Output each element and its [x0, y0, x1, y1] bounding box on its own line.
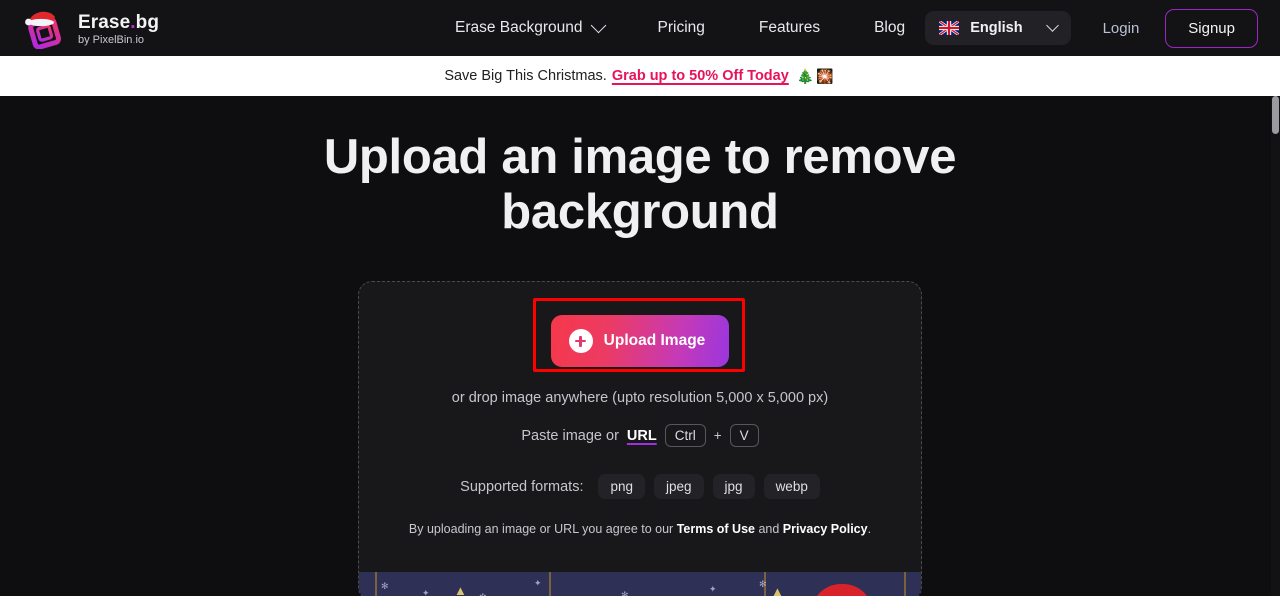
nav-item-erase-background[interactable]: Erase Background	[455, 13, 606, 43]
format-chip-jpeg[interactable]: jpeg	[654, 474, 704, 499]
chevron-down-icon[interactable]	[590, 17, 606, 33]
language-label: English	[970, 20, 1023, 36]
plus-circle-icon	[568, 329, 593, 353]
language-selector[interactable]: English	[925, 11, 1071, 45]
terms-prefix: By uploading an image or URL you agree t…	[408, 522, 674, 536]
terms-of-use-link[interactable]: Terms of Use	[677, 522, 755, 536]
page-scrollbar-track[interactable]	[1271, 96, 1280, 596]
upload-button-label: Upload Image	[603, 332, 706, 349]
image-dropzone[interactable]: Upload Image or drop image anywhere (upt…	[358, 281, 922, 596]
key-ctrl: Ctrl	[664, 424, 706, 447]
main-content: Upload an image to remove background Upl…	[0, 96, 1280, 596]
terms-period: .	[867, 522, 872, 536]
supported-formats-label: Supported formats:	[460, 478, 584, 495]
nav-label: Blog	[874, 19, 906, 36]
header-actions: English Login Signup	[925, 8, 1258, 48]
nav-label: Features	[758, 19, 821, 36]
nav-label: Erase Background	[455, 19, 583, 36]
upload-button-wrapper: Upload Image	[533, 298, 745, 372]
nav-item-pricing[interactable]: Pricing	[658, 13, 705, 43]
terms-conjunction: and	[758, 522, 780, 536]
supported-formats-row: Supported formats: png jpeg jpg webp	[460, 474, 820, 499]
chevron-down-icon[interactable]	[1045, 18, 1059, 32]
page-scrollbar-thumb[interactable]	[1272, 96, 1279, 134]
nav-label: Pricing	[657, 19, 705, 36]
erase-bg-santa-logo-icon	[22, 7, 68, 50]
nav-item-features[interactable]: Features	[759, 13, 820, 43]
login-link[interactable]: Login	[1093, 12, 1150, 45]
drop-hint-text: or drop image anywhere (upto resolution …	[451, 390, 829, 406]
main-navigation: Erase Background Pricing Features Blog	[455, 13, 905, 43]
key-v: V	[729, 424, 759, 447]
site-header: Erase.bg by PixelBin.io Erase Background…	[0, 0, 1280, 56]
paste-url-link[interactable]: URL	[627, 428, 657, 444]
page-title: Upload an image to remove background	[323, 130, 957, 239]
brand-logo-link[interactable]: Erase.bg by PixelBin.io	[22, 7, 160, 50]
format-chip-webp[interactable]: webp	[763, 474, 820, 499]
christmas-sample-image-strip[interactable]: ✻ ✦ ✻ ✦ ✻ ✦ ✻ ✦ ▲ ▲	[359, 572, 921, 596]
privacy-policy-link[interactable]: Privacy Policy	[783, 522, 868, 536]
promo-banner[interactable]: Save Big This Christmas. Grab up to 50% …	[0, 56, 1280, 96]
format-chip-png[interactable]: png	[598, 474, 646, 499]
brand-name: Erase.bg	[78, 11, 160, 33]
signup-button[interactable]: Signup	[1165, 8, 1258, 48]
format-chip-jpg[interactable]: jpg	[712, 474, 755, 499]
uk-flag-icon	[939, 21, 960, 35]
terms-disclaimer: By uploading an image or URL you agree t…	[409, 522, 871, 536]
christmas-emoji: 🎄🎇	[796, 67, 836, 84]
promo-offer-link[interactable]: Grab up to 50% Off Today	[612, 68, 789, 84]
upload-image-button[interactable]: Upload Image	[551, 315, 729, 367]
nav-item-blog[interactable]: Blog	[874, 13, 905, 43]
brand-tagline: by PixelBin.io	[78, 33, 145, 46]
promo-text: Save Big This Christmas.	[444, 68, 607, 84]
paste-prefix-label: Paste image or	[521, 427, 619, 444]
paste-image-row: Paste image or URL Ctrl + V	[521, 424, 759, 447]
key-plus-separator: +	[713, 428, 722, 443]
